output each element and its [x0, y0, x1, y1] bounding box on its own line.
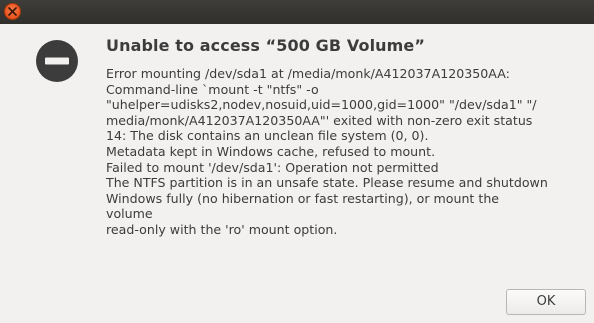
- message-line: Windows fully (no hibernation or fast re…: [106, 190, 500, 206]
- message-line: volume: [106, 206, 153, 222]
- close-icon: [8, 7, 17, 16]
- message-line: Error mounting /dev/sda1 at /media/monk/…: [106, 66, 510, 81]
- close-button[interactable]: [4, 3, 21, 20]
- message-line: 14: The disk contains an unclean file sy…: [106, 128, 429, 144]
- error-icon: [36, 40, 78, 82]
- message-line: The NTFS partition is in an unsafe state…: [106, 175, 548, 191]
- message-line: media/monk/A412037A120350AA"' exited wit…: [106, 112, 533, 128]
- message-line: Command-line `mount -t "ntfs" -o: [106, 81, 319, 97]
- error-dialog: Unable to access “500 GB Volume” Error m…: [0, 0, 594, 323]
- error-message: Error mounting /dev/sda1 at /media/monk/…: [106, 66, 576, 238]
- message-line: read-only with the 'ro' mount option.: [106, 221, 338, 237]
- message-line: Metadata kept in Windows cache, refused …: [106, 143, 436, 159]
- dialog-title: Unable to access “500 GB Volume”: [106, 36, 425, 55]
- message-line: "uhelper=udisks2,nodev,nosuid,uid=1000,g…: [106, 97, 537, 113]
- window-titlebar[interactable]: [0, 0, 594, 24]
- ok-button[interactable]: OK: [506, 289, 586, 315]
- message-line: Failed to mount '/dev/sda1': Operation n…: [106, 159, 439, 175]
